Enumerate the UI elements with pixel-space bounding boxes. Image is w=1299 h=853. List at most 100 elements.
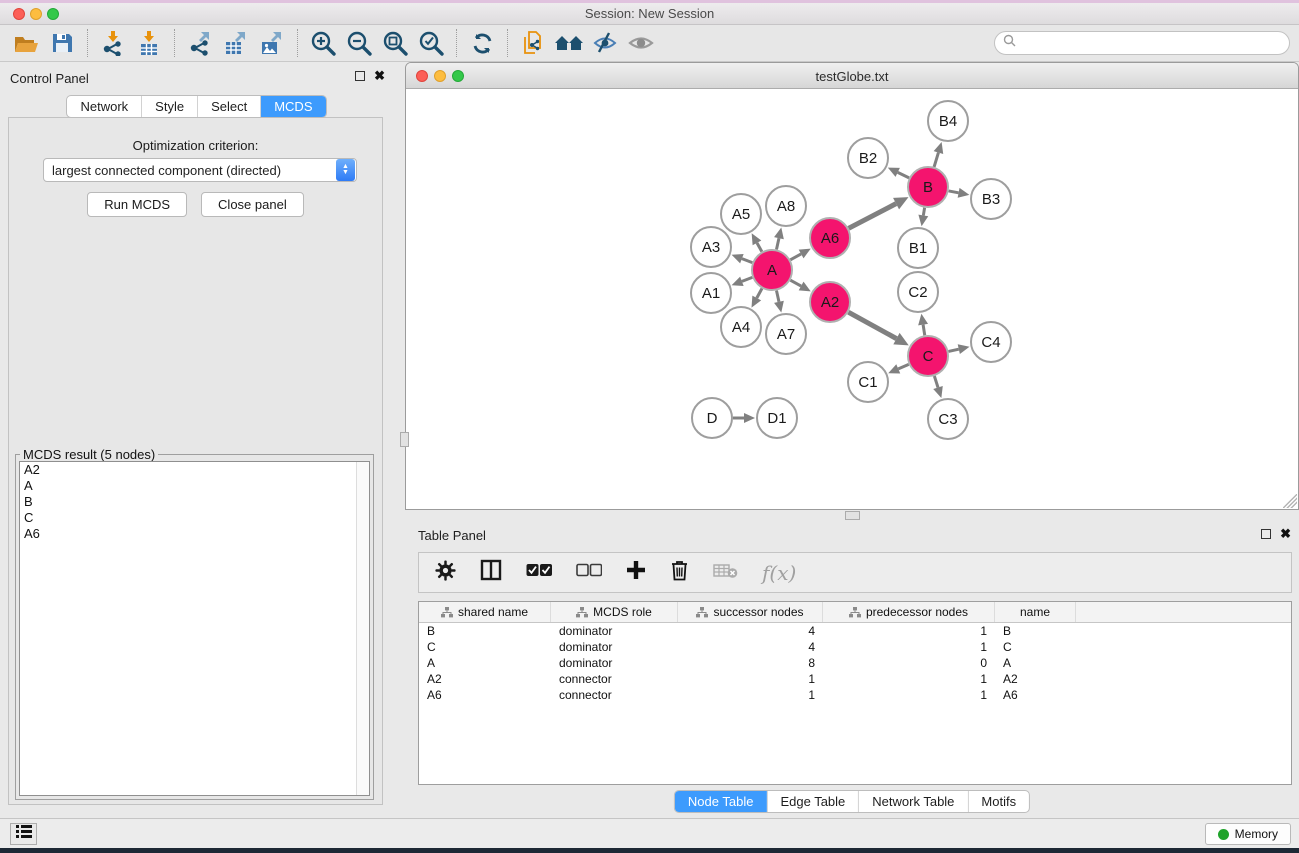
export-image-button[interactable] xyxy=(254,27,290,59)
run-mcds-button[interactable]: Run MCDS xyxy=(87,192,187,217)
optimization-select[interactable]: largest connected component (directed) ▲… xyxy=(43,158,357,182)
pane-divider-grip-horizontal[interactable] xyxy=(845,511,860,520)
show-graphics-details-button[interactable] xyxy=(623,27,659,59)
cell-successor-nodes[interactable]: 1 xyxy=(678,671,823,687)
edge-A-A7[interactable] xyxy=(776,291,778,302)
create-column-button[interactable] xyxy=(626,560,646,585)
edge-B-B4[interactable] xyxy=(934,153,938,167)
float-table-panel-icon[interactable] xyxy=(1261,529,1271,539)
cell-MCDS-role[interactable]: connector xyxy=(551,671,678,687)
edge-A-A3[interactable] xyxy=(742,259,752,263)
edge-A-A6[interactable] xyxy=(790,254,801,260)
delete-table-button[interactable] xyxy=(713,562,738,584)
cell-shared-name[interactable]: A6 xyxy=(419,687,551,703)
select-all-columns-button[interactable] xyxy=(526,563,552,582)
cell-successor-nodes[interactable]: 1 xyxy=(678,687,823,703)
import-network-button[interactable] xyxy=(95,27,131,59)
show-column-button[interactable] xyxy=(480,559,502,586)
table-tab-network-table[interactable]: Network Table xyxy=(858,791,967,812)
edge-A-A2[interactable] xyxy=(790,280,801,286)
close-table-panel-icon[interactable]: ✖ xyxy=(1280,529,1291,539)
cell-name[interactable]: A6 xyxy=(995,687,1076,703)
cell-successor-nodes[interactable]: 4 xyxy=(678,623,823,639)
edge-C-C4[interactable] xyxy=(948,349,958,351)
pane-divider-grip-vertical[interactable] xyxy=(400,432,409,447)
export-table-button[interactable] xyxy=(218,27,254,59)
tab-network[interactable]: Network xyxy=(67,96,141,117)
function-builder-button[interactable]: f(x) xyxy=(762,561,796,585)
column-header-name[interactable]: name xyxy=(995,602,1076,622)
table-settings-button[interactable] xyxy=(435,560,456,586)
cell-successor-nodes[interactable]: 4 xyxy=(678,639,823,655)
window-resize-grip[interactable] xyxy=(1283,494,1297,508)
cell-successor-nodes[interactable]: 8 xyxy=(678,655,823,671)
open-file-button[interactable] xyxy=(8,27,44,59)
task-history-button[interactable] xyxy=(10,823,37,845)
cell-MCDS-role[interactable]: dominator xyxy=(551,639,678,655)
edge-B-B3[interactable] xyxy=(949,191,959,193)
float-panel-icon[interactable] xyxy=(355,71,365,81)
cybrowser-home-button[interactable] xyxy=(551,27,587,59)
edge-B-B1[interactable] xyxy=(923,208,924,216)
table-tab-edge-table[interactable]: Edge Table xyxy=(766,791,858,812)
edge-C-C1[interactable] xyxy=(898,364,908,369)
edge-A6-B[interactable] xyxy=(849,204,896,229)
result-item[interactable]: A xyxy=(20,478,369,494)
export-network-button[interactable] xyxy=(182,27,218,59)
cell-predecessor-nodes[interactable]: 1 xyxy=(823,671,995,687)
cell-predecessor-nodes[interactable]: 0 xyxy=(823,655,995,671)
search-input[interactable] xyxy=(1016,36,1289,50)
result-item[interactable]: B xyxy=(20,494,369,510)
hide-graphics-details-button[interactable] xyxy=(587,27,623,59)
result-scrollbar[interactable] xyxy=(356,462,369,795)
column-header-MCDS-role[interactable]: MCDS role xyxy=(551,602,678,622)
refresh-network-view-button[interactable] xyxy=(464,27,500,59)
table-row[interactable]: Adominator80A xyxy=(419,655,1291,671)
edge-A-A5[interactable] xyxy=(757,243,762,252)
result-item[interactable]: C xyxy=(20,510,369,526)
cell-name[interactable]: A xyxy=(995,655,1076,671)
cell-shared-name[interactable]: C xyxy=(419,639,551,655)
result-item[interactable]: A2 xyxy=(20,462,369,478)
cell-predecessor-nodes[interactable]: 1 xyxy=(823,639,995,655)
close-panel-button[interactable]: Close panel xyxy=(201,192,304,217)
edge-A-A4[interactable] xyxy=(757,288,762,298)
column-header-successor-nodes[interactable]: successor nodes xyxy=(678,602,823,622)
column-header-predecessor-nodes[interactable]: predecessor nodes xyxy=(823,602,995,622)
cell-MCDS-role[interactable]: dominator xyxy=(551,655,678,671)
new-network-from-selection-button[interactable] xyxy=(515,27,551,59)
zoom-in-button[interactable] xyxy=(305,27,341,59)
column-header-shared-name[interactable]: shared name xyxy=(419,602,551,622)
edge-B-B2[interactable] xyxy=(898,172,909,178)
table-tab-node-table[interactable]: Node Table xyxy=(675,791,767,812)
table-tab-motifs[interactable]: Motifs xyxy=(967,791,1029,812)
tab-select[interactable]: Select xyxy=(197,96,260,117)
network-canvas[interactable]: B4B2BB3A5A8A6B1A3AA1C2A2A4A7C4CC1C3DD1 xyxy=(406,89,1298,509)
tab-mcds[interactable]: MCDS xyxy=(260,96,325,117)
edge-A2-C[interactable] xyxy=(848,312,896,338)
zoom-fit-button[interactable] xyxy=(377,27,413,59)
import-table-button[interactable] xyxy=(131,27,167,59)
close-panel-icon[interactable]: ✖ xyxy=(374,71,385,81)
table-row[interactable]: Bdominator41B xyxy=(419,623,1291,639)
delete-column-button[interactable] xyxy=(670,559,689,586)
tab-style[interactable]: Style xyxy=(141,96,197,117)
cell-predecessor-nodes[interactable]: 1 xyxy=(823,623,995,639)
result-item[interactable]: A6 xyxy=(20,526,369,542)
cell-name[interactable]: A2 xyxy=(995,671,1076,687)
memory-button[interactable]: Memory xyxy=(1205,823,1291,845)
edge-A-A8[interactable] xyxy=(776,238,778,249)
edge-A-A1[interactable] xyxy=(742,277,752,281)
edge-C-C3[interactable] xyxy=(934,376,938,388)
cell-shared-name[interactable]: A xyxy=(419,655,551,671)
table-row[interactable]: A2connector11A2 xyxy=(419,671,1291,687)
table-row[interactable]: A6connector11A6 xyxy=(419,687,1291,703)
save-session-button[interactable] xyxy=(44,27,80,59)
zoom-selected-button[interactable] xyxy=(413,27,449,59)
cell-predecessor-nodes[interactable]: 1 xyxy=(823,687,995,703)
edge-C-C2[interactable] xyxy=(923,325,925,336)
cell-MCDS-role[interactable]: dominator xyxy=(551,623,678,639)
table-row[interactable]: Cdominator41C xyxy=(419,639,1291,655)
cell-shared-name[interactable]: A2 xyxy=(419,671,551,687)
cell-shared-name[interactable]: B xyxy=(419,623,551,639)
